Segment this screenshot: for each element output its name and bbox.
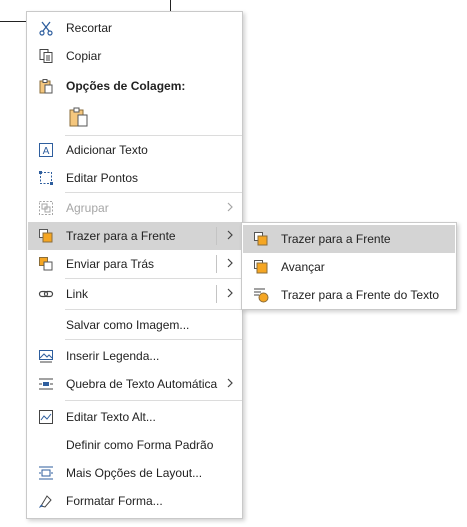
menu-item-salvar-como-imagem[interactable]: Salvar como Imagem... <box>28 311 241 339</box>
wrap-text-icon <box>38 376 54 392</box>
menu-item-label: Mais Opções de Layout... <box>66 466 203 480</box>
menu-item-quebra-texto[interactable]: Quebra de Texto Automática <box>28 370 241 398</box>
menu-item-opcoes-colagem: Opções de Colagem: <box>28 72 241 100</box>
menu-item-inserir-legenda[interactable]: Inserir Legenda... <box>28 342 241 370</box>
menu-item-paste-option[interactable] <box>28 100 241 134</box>
link-icon <box>38 286 54 302</box>
paste-options-heading: Opções de Colagem: <box>66 79 186 93</box>
copy-icon <box>38 48 54 64</box>
chevron-right-icon[interactable] <box>225 286 235 300</box>
scissors-icon <box>38 20 54 36</box>
menu-item-label: Copiar <box>66 49 102 63</box>
menu-item-label: Link <box>66 287 89 301</box>
paste-icon <box>38 78 54 94</box>
menu-item-definir-forma-padrao[interactable]: Definir como Forma Padrão <box>28 431 241 459</box>
menu-item-editar-texto-alt[interactable]: Editar Texto Alt... <box>28 403 241 431</box>
chevron-right-icon[interactable] <box>225 228 235 242</box>
menu-item-label: Quebra de Texto Automática <box>66 377 218 391</box>
submenu-item-avancar[interactable]: Avançar <box>243 253 455 281</box>
text-box-icon: A <box>38 142 54 158</box>
submenu-item-label: Trazer para a Frente <box>281 232 391 246</box>
edit-points-icon <box>38 170 54 186</box>
menu-item-label: Definir como Forma Padrão <box>66 438 214 452</box>
submenu-divider <box>216 285 217 303</box>
svg-text:A: A <box>43 146 50 157</box>
context-menu: Recortar Copiar Opções de Colagem: A Adi… <box>26 11 243 519</box>
caption-icon <box>38 348 54 364</box>
alt-text-icon <box>38 409 54 425</box>
submenu-item-label: Avançar <box>281 260 325 274</box>
menu-item-agrupar[interactable]: Agrupar <box>28 194 241 222</box>
menu-item-label: Adicionar Texto <box>66 143 148 157</box>
menu-item-label: Trazer para a Frente <box>66 229 176 243</box>
menu-item-copiar[interactable]: Copiar <box>28 42 241 70</box>
menu-separator <box>65 339 242 340</box>
chevron-right-icon[interactable] <box>225 376 235 390</box>
menu-item-adicionar-texto[interactable]: A Adicionar Texto <box>28 136 241 164</box>
send-to-back-icon <box>38 256 54 272</box>
menu-item-label: Recortar <box>66 21 113 35</box>
menu-item-label: Enviar para Trás <box>66 257 155 271</box>
submenu-trazer-para-frente: Trazer para a Frente Avançar Trazer para… <box>241 222 457 310</box>
menu-item-trazer-para-frente[interactable]: Trazer para a Frente <box>28 222 241 250</box>
bring-to-front-icon <box>38 228 54 244</box>
format-shape-icon <box>38 493 54 509</box>
menu-item-formatar-forma[interactable]: Formatar Forma... <box>28 487 241 515</box>
submenu-item-frente-do-texto[interactable]: Trazer para a Frente do Texto <box>243 281 455 309</box>
submenu-divider <box>216 227 217 245</box>
menu-separator <box>65 192 242 193</box>
document-edge-line <box>0 21 26 22</box>
paste-keep-formatting-icon[interactable] <box>68 106 90 128</box>
menu-item-label: Formatar Forma... <box>66 494 163 508</box>
menu-item-label: Inserir Legenda... <box>66 349 160 363</box>
menu-item-recortar[interactable]: Recortar <box>28 14 241 42</box>
menu-item-label: Agrupar <box>66 201 109 215</box>
submenu-item-label: Trazer para a Frente do Texto <box>281 288 440 302</box>
submenu-divider <box>216 255 217 273</box>
menu-separator <box>65 278 242 279</box>
bring-in-front-of-text-icon <box>253 287 269 303</box>
menu-item-label: Editar Texto Alt... <box>66 410 156 424</box>
bring-forward-icon <box>253 259 269 275</box>
menu-item-label: Editar Pontos <box>66 171 139 185</box>
chevron-right-icon[interactable] <box>225 256 235 270</box>
menu-item-link[interactable]: Link <box>28 280 241 308</box>
group-icon <box>38 200 54 216</box>
chevron-right-icon <box>225 200 235 214</box>
menu-item-enviar-para-tras[interactable]: Enviar para Trás <box>28 250 241 278</box>
menu-separator <box>65 400 242 401</box>
menu-item-mais-opcoes-layout[interactable]: Mais Opções de Layout... <box>28 459 241 487</box>
menu-separator <box>65 309 242 310</box>
menu-item-label: Salvar como Imagem... <box>66 318 190 332</box>
bring-to-front-icon <box>253 231 269 247</box>
menu-item-editar-pontos[interactable]: Editar Pontos <box>28 164 241 192</box>
layout-options-icon <box>38 465 54 481</box>
document-edge-line <box>170 0 171 11</box>
submenu-item-trazer-para-frente[interactable]: Trazer para a Frente <box>243 225 455 253</box>
